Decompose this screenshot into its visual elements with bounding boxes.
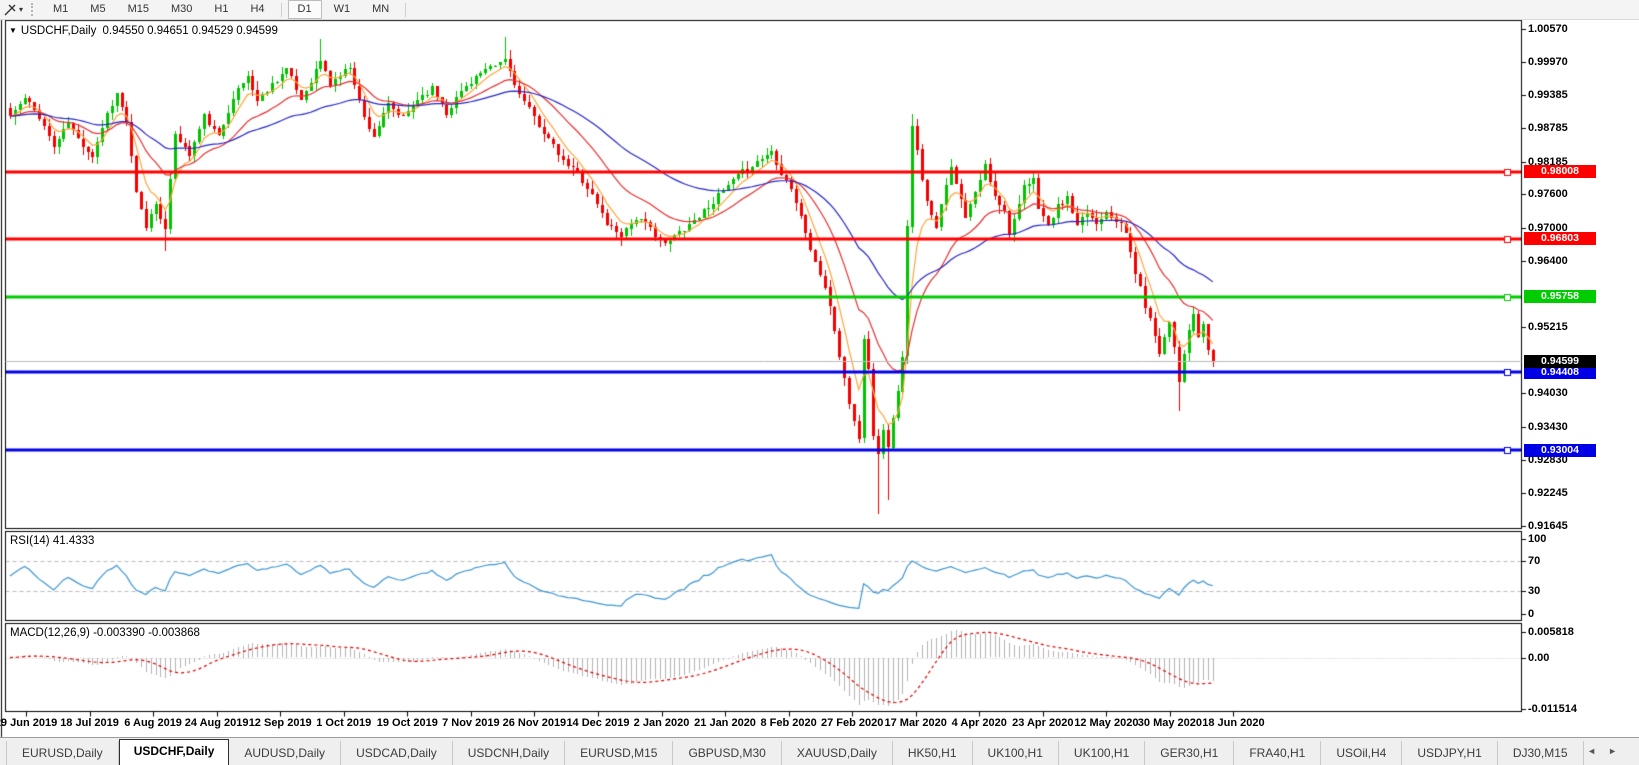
timeframe-button-mn[interactable]: MN xyxy=(362,0,399,19)
chart-tab-uk100-h1[interactable]: UK100,H1 xyxy=(1058,741,1146,765)
timeframe-button-w1[interactable]: W1 xyxy=(324,0,361,19)
chart-tab-usdchf-daily[interactable]: USDCHF,Daily xyxy=(118,739,230,765)
chart-tab-gbpusd-m30[interactable]: GBPUSD,M30 xyxy=(673,741,782,765)
chart-tab-bar: EURUSD,Daily USDCHF,Daily AUDUSD,Daily USDC… xyxy=(0,737,1639,765)
timeframe-button-h1[interactable]: H1 xyxy=(204,0,238,19)
timeframe-buttons: M1 M5 M15 M30 H1 H4 D1 W1 MN xyxy=(42,0,411,19)
chart-tab-eurusd-m15[interactable]: EURUSD,M15 xyxy=(565,741,674,765)
timeframe-toolbar: ▾ M1 M5 M15 M30 H1 H4 D1 W1 MN xyxy=(0,0,1639,20)
timeframe-button-m5[interactable]: M5 xyxy=(80,0,115,19)
chart-tab-usdjpy-h1[interactable]: USDJPY,H1 xyxy=(1402,741,1498,765)
chart-tab-usdcnh-daily[interactable]: USDCNH,Daily xyxy=(452,741,566,765)
chart-tab-usdcad-daily[interactable]: USDCAD,Daily xyxy=(341,741,453,765)
chart-tab-usoil-h4[interactable]: USOil,H4 xyxy=(1321,741,1403,765)
timeframe-button-m30[interactable]: M30 xyxy=(161,0,202,19)
toolbar-separator xyxy=(280,2,282,17)
timeframe-button-m1[interactable]: M1 xyxy=(43,0,78,19)
chart-tab-uk100-h1[interactable]: UK100,H1 xyxy=(972,741,1059,765)
chart-tab-eurusd-daily[interactable]: EURUSD,Daily xyxy=(6,741,119,765)
tab-scroll-right-icon[interactable]: ► xyxy=(1608,746,1629,756)
chart-tab-xauusd-daily[interactable]: XAUUSD,Daily xyxy=(781,741,893,765)
toolbar-grip xyxy=(31,3,36,16)
chart-tab-fra40-h1[interactable]: FRA40,H1 xyxy=(1234,741,1322,765)
timeframe-button-h4[interactable]: H4 xyxy=(240,0,274,19)
timeframe-button-d1[interactable]: D1 xyxy=(287,0,322,19)
toolbar-separator xyxy=(405,2,407,17)
cursor-tool-button[interactable]: ▾ xyxy=(0,1,27,18)
chart-tab-dj30-m15[interactable]: DJ30,M15 xyxy=(1497,741,1584,765)
chart-tab-ger30-h1[interactable]: GER30,H1 xyxy=(1145,741,1235,765)
chart-tabs: EURUSD,Daily USDCHF,Daily AUDUSD,Daily USDC… xyxy=(0,738,1584,765)
tab-scroll-left-icon[interactable]: ◄ xyxy=(1587,746,1608,756)
dropdown-caret-icon: ▾ xyxy=(19,5,24,14)
chart-tab-audusd-daily[interactable]: AUDUSD,Daily xyxy=(229,741,342,765)
timeframe-button-m15[interactable]: M15 xyxy=(118,0,159,19)
chart-tab-hk50-h1[interactable]: HK50,H1 xyxy=(892,741,973,765)
mt4-terminal: ▾ M1 M5 M15 M30 H1 H4 D1 W1 MN ▼ USDCHF,Daily 0.9… xyxy=(0,0,1639,765)
price-chart-canvas[interactable] xyxy=(0,0,1639,765)
tab-scroll-arrows: ◄► xyxy=(1587,746,1629,756)
crosshair-tool-icon xyxy=(4,4,16,16)
